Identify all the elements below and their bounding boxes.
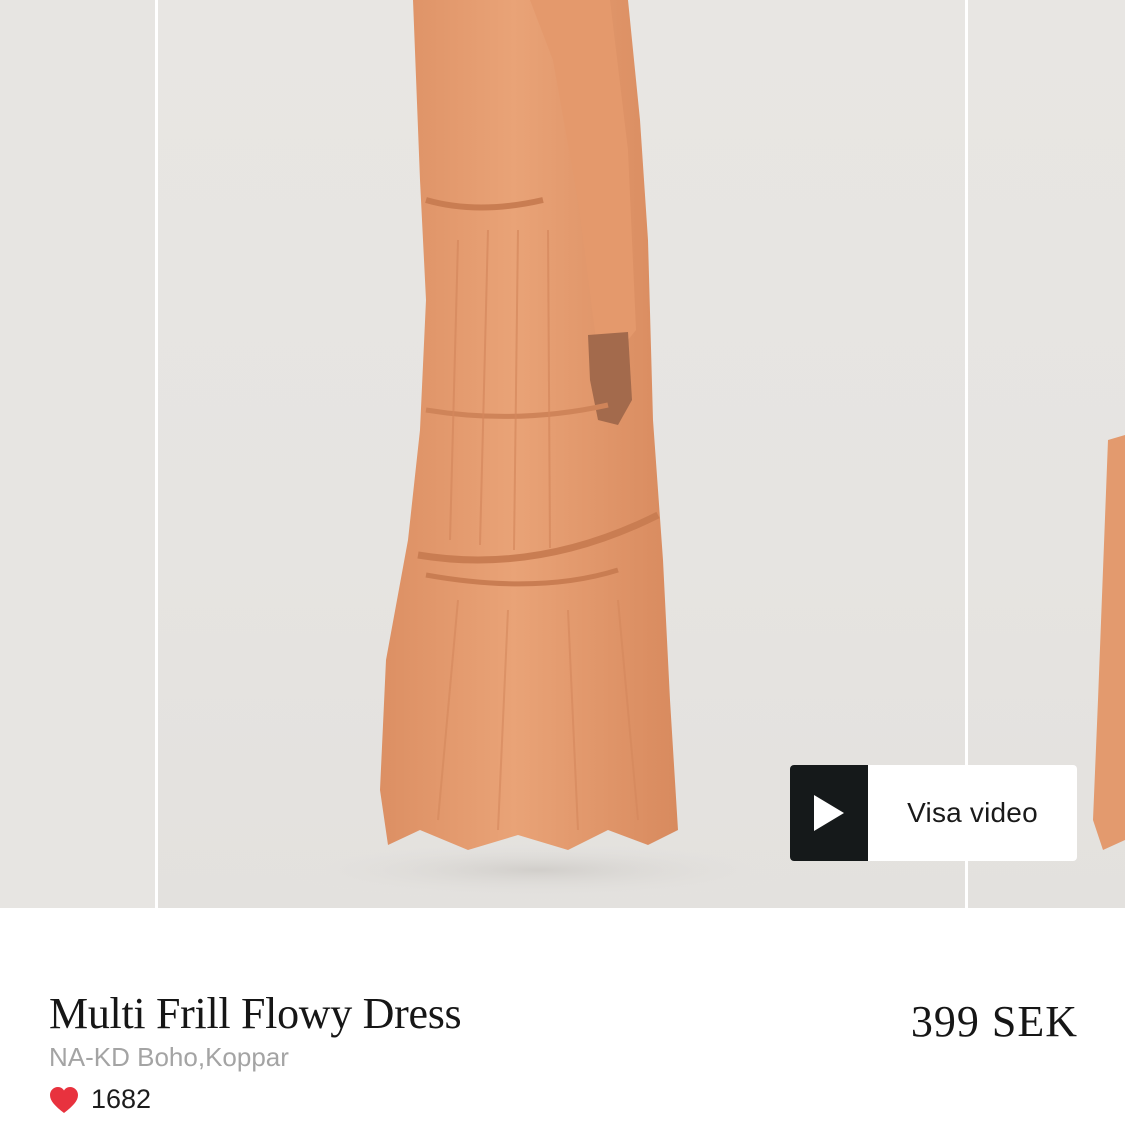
product-info: Multi Frill Flowy Dress 399 SEK NA-KD Bo… bbox=[0, 908, 1125, 1126]
product-image-gallery[interactable]: Visa video bbox=[0, 0, 1125, 908]
play-icon bbox=[790, 765, 868, 861]
previous-photo-background bbox=[0, 0, 155, 908]
show-video-button[interactable]: Visa video bbox=[790, 765, 1077, 861]
gallery-image-previous[interactable] bbox=[0, 0, 155, 908]
product-price: 399 SEK bbox=[910, 997, 1078, 1046]
product-brand[interactable]: NA-KD Boho,Koppar bbox=[49, 1042, 289, 1073]
product-title: Multi Frill Flowy Dress bbox=[49, 989, 462, 1038]
heart-icon bbox=[49, 1086, 79, 1114]
like-button[interactable]: 1682 bbox=[49, 1084, 151, 1115]
show-video-label: Visa video bbox=[907, 797, 1038, 828]
like-count: 1682 bbox=[91, 1084, 152, 1114]
